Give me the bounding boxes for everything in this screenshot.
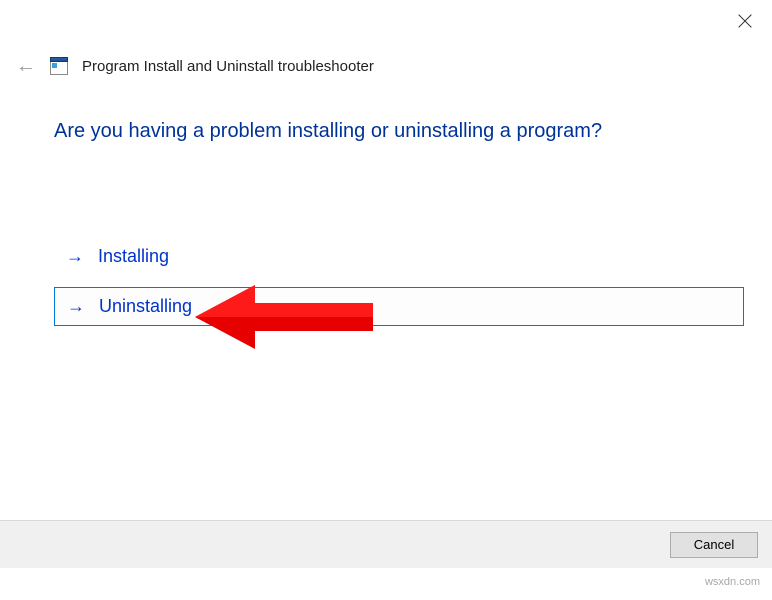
back-arrow-icon[interactable]: ← bbox=[16, 56, 36, 76]
arrow-right-icon: → bbox=[66, 246, 84, 267]
cancel-button[interactable]: Cancel bbox=[670, 532, 758, 558]
close-icon[interactable] bbox=[736, 12, 754, 30]
window-title: Program Install and Uninstall troublesho… bbox=[82, 58, 374, 75]
option-label: Installing bbox=[98, 246, 169, 267]
footer: Cancel bbox=[0, 520, 772, 568]
option-installing[interactable]: → Installing bbox=[54, 238, 744, 275]
option-uninstalling[interactable]: → Uninstalling bbox=[54, 287, 744, 326]
option-label: Uninstalling bbox=[99, 296, 192, 317]
app-icon bbox=[50, 57, 68, 75]
options-list: → Installing → Uninstalling bbox=[54, 238, 744, 338]
page-heading: Are you having a problem installing or u… bbox=[54, 120, 602, 143]
header: ← Program Install and Uninstall troubles… bbox=[16, 56, 374, 76]
watermark: wsxdn.com bbox=[705, 576, 760, 588]
arrow-right-icon: → bbox=[67, 296, 85, 317]
